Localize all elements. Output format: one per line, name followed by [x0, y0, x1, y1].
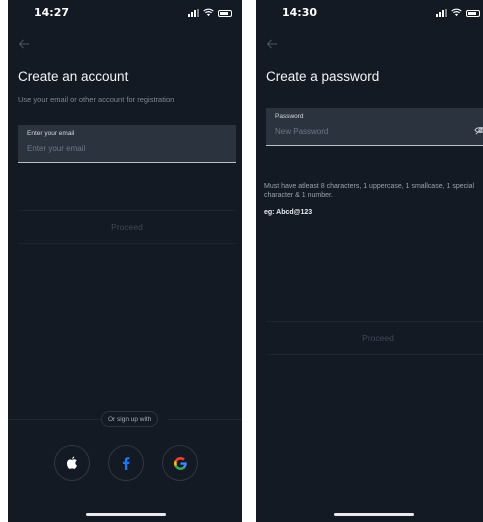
battery-icon — [218, 10, 232, 17]
signal-icon — [436, 9, 447, 17]
apple-signup-button[interactable] — [54, 445, 90, 481]
battery-icon — [466, 10, 480, 17]
page-subtitle: Use your email or other account for regi… — [18, 95, 175, 104]
email-field-label: Enter your email — [27, 130, 75, 137]
password-input[interactable] — [275, 124, 455, 138]
proceed-button[interactable]: Proceed — [18, 210, 236, 244]
status-icons — [188, 8, 232, 17]
email-input[interactable] — [27, 141, 207, 155]
create-account-screen: 14:27 Create an account Use your email o… — [8, 0, 242, 522]
apple-icon — [67, 456, 77, 469]
status-icons — [436, 8, 480, 17]
google-signup-button[interactable] — [162, 445, 198, 481]
google-icon — [173, 456, 187, 470]
password-example: eg: Abcd@123 — [264, 209, 313, 216]
page-title: Create a password — [266, 69, 380, 84]
page-title: Create an account — [18, 69, 129, 84]
create-password-screen: 14:30 Create a password Password Must ha… — [256, 0, 483, 522]
arrow-left-icon[interactable] — [18, 38, 30, 50]
facebook-icon — [123, 457, 130, 470]
divider-left — [8, 419, 101, 420]
home-indicator[interactable] — [86, 513, 166, 516]
status-bar: 14:27 — [8, 0, 242, 26]
divider-right — [168, 419, 242, 420]
or-sign-up-label: Or sign up with — [101, 411, 159, 427]
wifi-icon — [203, 8, 214, 17]
home-indicator[interactable] — [334, 513, 414, 516]
signal-icon — [188, 9, 199, 17]
proceed-button[interactable]: Proceed — [266, 321, 483, 355]
arrow-left-icon[interactable] — [266, 38, 278, 50]
status-time: 14:30 — [282, 6, 318, 19]
facebook-signup-button[interactable] — [108, 445, 144, 481]
password-field-label: Password — [275, 113, 304, 120]
password-field[interactable]: Password — [266, 108, 483, 146]
wifi-icon — [451, 8, 462, 17]
password-requirements: Must have atleast 8 characters, 1 upperc… — [264, 183, 475, 199]
eye-off-icon[interactable] — [474, 125, 483, 135]
status-time: 14:27 — [34, 6, 70, 19]
email-field[interactable]: Enter your email — [18, 125, 236, 163]
status-bar: 14:30 — [256, 0, 483, 26]
